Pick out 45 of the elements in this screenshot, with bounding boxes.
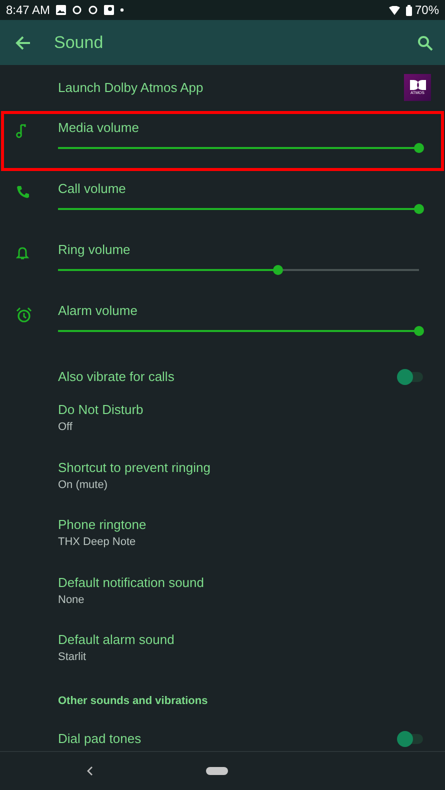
setting-title: Launch Dolby Atmos App	[58, 80, 204, 96]
setting-summary: None	[58, 592, 84, 606]
sync-icon	[88, 5, 98, 15]
settings-item[interactable]: Default alarm sound Starlit	[0, 624, 445, 682]
setting-title: Call volume	[58, 181, 126, 197]
image-icon	[56, 5, 66, 15]
page-title: Sound	[54, 32, 104, 52]
dot-icon	[120, 8, 124, 12]
bell-icon	[16, 246, 29, 260]
clock-time: 8:47 AM	[6, 3, 50, 17]
battery-icon	[406, 4, 412, 16]
setting-title: Also vibrate for calls	[58, 369, 174, 385]
back-button[interactable]	[86, 766, 93, 776]
setting-title: Shortcut to prevent ringing	[58, 460, 210, 476]
settings-item[interactable]: Do Not Disturb Off	[0, 394, 445, 452]
setting-title: Media volume	[58, 120, 139, 136]
search-button[interactable]	[417, 34, 433, 50]
settings-item[interactable]: Shortcut to prevent ringing On (mute)	[0, 452, 445, 509]
alarm-clock-icon	[16, 307, 32, 323]
setting-title: Phone ringtone	[58, 517, 146, 533]
category-header: Other sounds and vibrations	[58, 694, 208, 708]
slider-thumb[interactable]	[414, 326, 424, 336]
home-button[interactable]	[206, 767, 228, 775]
setting-title: Default notification sound	[58, 574, 204, 590]
slider-thumb[interactable]	[414, 143, 424, 153]
slider-thumb[interactable]	[414, 204, 424, 214]
settings-item[interactable]: Default notification sound None	[0, 566, 445, 624]
settings-item[interactable]: Phone ringtone THX Deep Note	[0, 509, 445, 566]
phone-icon	[16, 185, 30, 199]
setting-title: Alarm volume	[58, 303, 138, 319]
setting-title: Dial pad tones	[58, 730, 142, 746]
map-icon	[104, 5, 114, 15]
slider-thumb[interactable]	[273, 265, 284, 275]
music-note-icon	[16, 124, 26, 138]
battery-percent: 70%	[414, 3, 439, 17]
setting-title: Do Not Disturb	[58, 402, 144, 418]
setting-summary: Starlit	[58, 650, 86, 664]
back-button[interactable]	[14, 34, 32, 52]
setting-summary: Off	[58, 420, 72, 434]
setting-summary: On (mute)	[58, 478, 108, 492]
setting-title: Default alarm sound	[58, 632, 174, 648]
setting-summary: THX Deep Note	[58, 535, 136, 549]
sync-icon	[72, 5, 82, 15]
wifi-icon	[388, 6, 400, 14]
setting-title: Ring volume	[58, 242, 130, 258]
